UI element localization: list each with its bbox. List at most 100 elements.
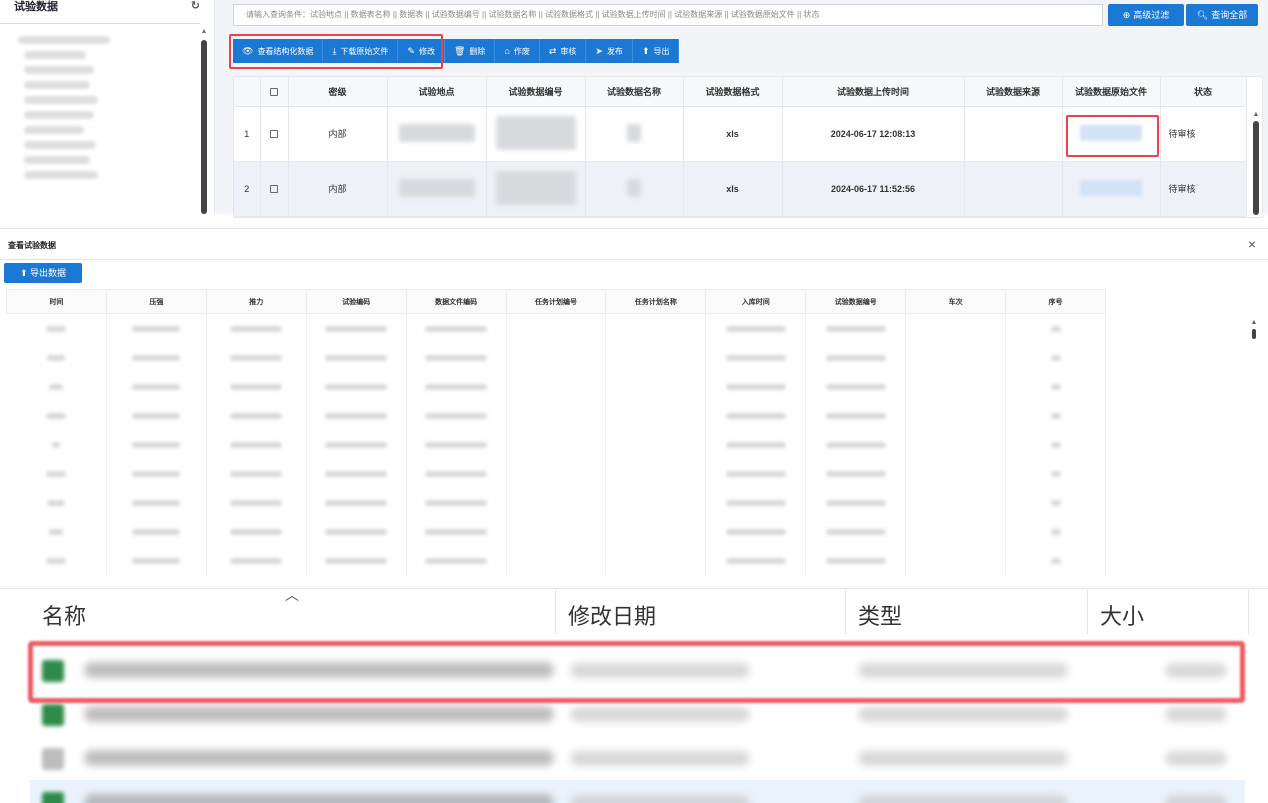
advanced-filter-button[interactable]: ⊕ 高级过滤 (1108, 4, 1184, 26)
query-all-label: 查询全部 (1211, 10, 1248, 20)
table-row[interactable] (6, 342, 1106, 372)
close-icon[interactable]: × (1248, 237, 1256, 251)
sidebar-tree-node[interactable] (18, 92, 198, 107)
excel-file-icon (42, 704, 64, 726)
delete-button[interactable]: 🗑 删除 (444, 39, 496, 63)
column-separator[interactable] (845, 589, 846, 635)
dialog-column-header: 试验编码 (305, 289, 407, 314)
sidebar-tree-node[interactable] (18, 107, 198, 122)
export-data-label: 导出数据 (30, 268, 67, 278)
test-data-number (486, 161, 586, 217)
table-row[interactable] (6, 516, 1106, 546)
publish-button[interactable]: ➤ 发布 (586, 39, 633, 63)
table-row[interactable]: 2 内部 xls 2024-06-17 11:52:56 待审核 (234, 161, 1247, 217)
grid-header-row: 密级 试验地点 试验数据编号 试验数据名称 试验数据格式 试验数据上传时间 试验数据来源 试验… (234, 77, 1247, 107)
test-data-number (486, 106, 586, 162)
dialog-scrollbar[interactable]: ▲ (1250, 319, 1258, 349)
grid-column-header (234, 77, 261, 107)
generic-file-icon (42, 748, 64, 770)
void-label: 作废 (513, 47, 530, 56)
table-row[interactable] (6, 400, 1106, 430)
dialog-column-header: 序号 (1005, 289, 1106, 314)
search-input[interactable]: 请输入查询条件：试验地点 || 数据表名称 || 数据表 || 试验数据编号 |… (233, 4, 1103, 26)
column-header-type[interactable]: 类型 (858, 599, 902, 631)
sidebar-tree-node[interactable] (18, 32, 198, 47)
list-item[interactable] (30, 780, 1245, 803)
sidebar-tree-node[interactable] (18, 77, 198, 92)
dialog-data-grid: 时间 压强 推力 试验编码 数据文件编码 任务计划编号 任务计划名称 入库时间 试验数据编号 车次… (6, 289, 1106, 575)
original-file-link[interactable] (1062, 161, 1161, 217)
row-checkbox[interactable] (270, 130, 278, 139)
sidebar-tree-node[interactable] (18, 47, 198, 62)
export-label: 导出 (653, 47, 670, 56)
row-select-cell[interactable] (260, 161, 289, 217)
view-data-dialog: 查看试验数据 × ⬆ 导出数据 时间 压强 推力 试验编码 数据文件编码 任务计划编号 任务… (0, 228, 1268, 588)
grid-column-header: 试验数据来源 (964, 77, 1063, 107)
table-row[interactable] (6, 429, 1106, 459)
row-index: 2 (234, 161, 261, 217)
export-data-button[interactable]: ⬆ 导出数据 (4, 263, 82, 283)
bank-icon: ⌂ (504, 46, 510, 56)
void-button[interactable]: ⌂ 作废 (495, 39, 540, 63)
original-file-highlight-box (1066, 115, 1159, 157)
table-row[interactable] (6, 545, 1106, 575)
sort-ascending-icon: ︿ (285, 587, 299, 603)
sidebar-header: 试验数据 ↻ (0, 0, 214, 22)
column-header-size[interactable]: 大小 (1100, 599, 1144, 631)
sidebar-title: 试验数据 (14, 1, 58, 13)
table-row[interactable] (6, 487, 1106, 517)
sidebar-tree-node[interactable] (18, 122, 198, 137)
security-level: 内部 (288, 106, 388, 162)
sidebar-tree-node[interactable] (18, 152, 198, 167)
table-row[interactable] (6, 458, 1106, 488)
file-modified-date (570, 795, 750, 803)
review-label: 审核 (560, 47, 577, 56)
dialog-column-header: 试验数据编号 (805, 289, 907, 314)
dialog-column-header: 任务计划编号 (505, 289, 607, 314)
delete-label: 删除 (469, 47, 486, 56)
query-all-button[interactable]: 🔍︎ 查询全部 (1186, 4, 1258, 26)
dialog-grid-header-row: 时间 压强 推力 试验编码 数据文件编码 任务计划编号 任务计划名称 入库时间 试验数据编号 车次… (6, 289, 1106, 314)
column-header-modified[interactable]: 修改日期 (568, 599, 656, 631)
test-data-source (964, 161, 1063, 217)
excel-file-icon (42, 792, 64, 803)
dialog-column-header: 车次 (905, 289, 1007, 314)
grid-column-header: 试验数据上传时间 (782, 77, 965, 107)
grid-column-header[interactable] (260, 77, 289, 107)
file-type (858, 707, 1068, 722)
table-row[interactable] (6, 313, 1106, 343)
column-separator[interactable] (1248, 589, 1249, 635)
selected-file-highlight (28, 641, 1245, 703)
row-select-cell[interactable] (260, 106, 289, 162)
advanced-filter-label: 高级过滤 (1133, 10, 1170, 20)
file-size (1165, 707, 1227, 722)
table-row[interactable] (6, 371, 1106, 401)
export-button[interactable]: ⬆ 导出 (632, 39, 680, 63)
sidebar-tree-node[interactable] (18, 137, 198, 152)
refresh-icon[interactable]: ↻ (191, 0, 200, 12)
dialog-column-header: 时间 (6, 289, 107, 314)
column-header-name[interactable]: 名称 (42, 599, 86, 631)
sidebar-tree-node[interactable] (18, 62, 198, 77)
sidebar-scrollbar[interactable]: ▲ (200, 28, 208, 214)
row-index: 1 (234, 106, 261, 162)
status-badge: 待审核 (1160, 161, 1247, 217)
circle-arrow-up-icon: ⬆ (641, 46, 650, 56)
review-button[interactable]: ⇄ 审核 (539, 39, 587, 63)
sidebar-tree-node[interactable] (18, 167, 198, 182)
file-modified-date (570, 707, 750, 722)
test-data-format: xls (683, 106, 783, 162)
file-size (1165, 751, 1227, 766)
column-separator[interactable] (1087, 589, 1088, 635)
test-data-source (964, 106, 1063, 162)
dialog-title: 查看试验数据 (8, 241, 56, 250)
grid-column-header: 试验地点 (387, 77, 487, 107)
test-location (387, 106, 487, 162)
column-separator[interactable] (555, 589, 556, 635)
grid-column-header: 状态 (1160, 77, 1247, 107)
row-checkbox[interactable] (270, 185, 278, 194)
list-item[interactable] (30, 736, 1245, 780)
grid-scrollbar[interactable]: ▲ (1252, 111, 1260, 215)
dialog-column-header: 数据文件编码 (405, 289, 507, 314)
select-all-checkbox[interactable] (270, 87, 278, 96)
